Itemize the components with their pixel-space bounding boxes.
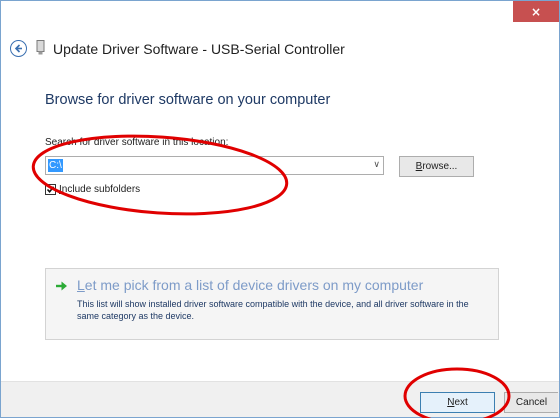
footer-bar: Next Cancel	[1, 381, 559, 417]
close-icon: ×	[530, 4, 542, 19]
search-location-label: Search for driver software in this locat…	[45, 137, 229, 148]
search-location-value[interactable]: C:\	[48, 159, 63, 172]
chevron-down-icon[interactable]: ∨	[373, 160, 380, 170]
close-button[interactable]: ×	[513, 1, 559, 22]
browse-button[interactable]: Browse...	[399, 156, 474, 177]
update-driver-dialog: × Update Driver Software - USB-Serial Co…	[0, 0, 560, 418]
pick-from-list-option[interactable]: Let me pick from a list of device driver…	[45, 268, 499, 340]
next-button[interactable]: Next	[420, 392, 495, 413]
checkmark-icon	[46, 186, 55, 194]
title-bar: ×	[1, 1, 559, 31]
usb-device-icon	[36, 40, 45, 55]
include-subfolders-label[interactable]: Include subfolders	[59, 184, 140, 195]
cancel-button[interactable]: Cancel	[504, 392, 558, 413]
pick-from-list-title[interactable]: Let me pick from a list of device driver…	[77, 277, 423, 293]
pick-from-list-description: This list will show installed driver sof…	[77, 299, 469, 321]
page-heading: Browse for driver software on your compu…	[45, 92, 331, 108]
include-subfolders-checkbox[interactable]	[45, 184, 56, 195]
back-arrow-icon[interactable]	[10, 40, 27, 57]
green-arrow-icon	[56, 281, 67, 291]
search-location-combobox[interactable]: C:\ ∨	[45, 156, 384, 175]
window-title: Update Driver Software - USB-Serial Cont…	[53, 41, 345, 57]
